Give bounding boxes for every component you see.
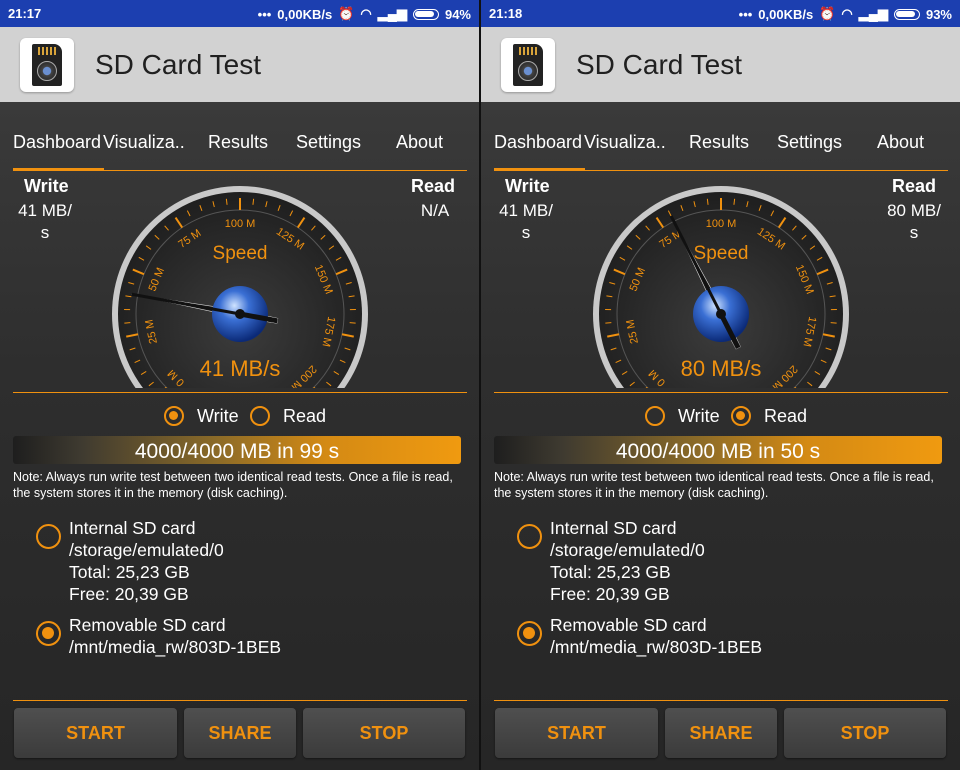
alarm-icon: ⏰ [338, 6, 355, 21]
removable-sd-radio[interactable] [517, 621, 542, 646]
progress-text: 4000/4000 MB in 99 s [134, 440, 340, 463]
gauge-tick [252, 198, 255, 205]
read-mode-label[interactable]: Read [764, 406, 807, 427]
gauge-readout: 80 MB/s [681, 356, 762, 381]
read-value: 80 MB/ s [887, 201, 941, 242]
dashboard-panel: Dashboard Visualiza.. Results Settings A… [0, 102, 479, 770]
tab-dashboard[interactable]: Dashboard [13, 132, 101, 153]
tab-settings[interactable]: Settings [296, 132, 361, 153]
gauge-tick [733, 198, 736, 205]
tab-bar: Dashboard Visualiza.. Results Settings A… [13, 132, 467, 172]
battery-icon [893, 8, 920, 20]
speed-gauge: 0 M25 M50 M75 M100 M125 M150 M175 M200 M… [593, 186, 849, 388]
tab-settings[interactable]: Settings [777, 132, 842, 153]
gauge-scale-label: 100 M [225, 218, 256, 230]
caching-note: Note: Always run write test between two … [13, 470, 453, 500]
app-bar: SD Card Test [0, 27, 479, 102]
write-label: Write [505, 176, 550, 196]
speed-gauge: 0 M25 M50 M75 M100 M125 M150 M175 M200 M… [112, 186, 368, 388]
removable-sd-info[interactable]: Removable SD card /mnt/media_rw/803D-1BE… [550, 614, 762, 658]
battery-fill [415, 11, 435, 17]
tab-about[interactable]: About [877, 132, 924, 153]
gauge-speed-label: Speed [213, 243, 268, 264]
tab-visualization[interactable]: Visualiza.. [584, 132, 666, 153]
gauge-scale-label: 100 M [706, 218, 737, 230]
network-speed: 0,00KB/s [758, 6, 814, 22]
gauge-tick [225, 198, 228, 205]
separator-bottom [494, 700, 948, 701]
network-speed: 0,00KB/s [277, 6, 333, 22]
separator-bottom [13, 700, 467, 701]
wifi-icon: ◠ [360, 6, 372, 21]
start-button[interactable]: START [14, 708, 177, 758]
read-label: Read [891, 176, 936, 196]
tab-results[interactable]: Results [208, 132, 268, 153]
gauge-face: 0 M25 M50 M75 M100 M125 M150 M175 M200 M… [112, 186, 368, 388]
internal-sd-info[interactable]: Internal SD card /storage/emulated/0 Tot… [550, 517, 705, 605]
separator-top [13, 392, 467, 393]
battery-icon [412, 8, 439, 20]
write-mode-radio[interactable] [645, 406, 665, 426]
read-mode-radio[interactable] [731, 406, 751, 426]
status-bar: 21:17 ••• 0,00KB/s ⏰ ◠ ▂▄▆ 94% [0, 0, 479, 27]
removable-sd-radio[interactable] [36, 621, 61, 646]
screen-right: 21:18 ••• 0,00KB/s ⏰ ◠ ▂▄▆ 93% SD Card T… [481, 0, 960, 770]
notification-dots: ••• [738, 6, 753, 22]
gauge-readout: 41 MB/s [200, 356, 281, 381]
alarm-icon: ⏰ [819, 6, 836, 21]
removable-sd-info[interactable]: Removable SD card /mnt/media_rw/803D-1BE… [69, 614, 281, 658]
battery-percent: 93% [925, 6, 952, 22]
caching-note: Note: Always run write test between two … [494, 470, 934, 500]
battery-percent: 94% [444, 6, 471, 22]
signal-icon: ▂▄▆ [377, 6, 407, 21]
write-value: 41 MB/ s [499, 201, 553, 242]
share-button[interactable]: SHARE [184, 708, 296, 758]
tab-visualization[interactable]: Visualiza.. [103, 132, 185, 153]
tab-bar: Dashboard Visualiza.. Results Settings A… [494, 132, 948, 172]
signal-icon: ▂▄▆ [858, 6, 888, 21]
internal-sd-radio[interactable] [36, 524, 61, 549]
tab-results[interactable]: Results [689, 132, 749, 153]
read-label: Read [410, 176, 455, 196]
wifi-icon: ◠ [841, 6, 853, 21]
status-time: 21:18 [489, 6, 523, 21]
internal-sd-radio[interactable] [517, 524, 542, 549]
dashboard-panel: Dashboard Visualiza.. Results Settings A… [481, 102, 960, 770]
read-mode-label[interactable]: Read [283, 406, 326, 427]
tab-active-indicator [494, 168, 585, 171]
battery-fill [896, 11, 916, 17]
write-mode-radio[interactable] [164, 406, 184, 426]
separator-top [494, 392, 948, 393]
progress-bar: 4000/4000 MB in 99 s [13, 436, 461, 464]
write-mode-label[interactable]: Write [197, 406, 239, 427]
stop-button[interactable]: STOP [784, 708, 946, 758]
progress-text: 4000/4000 MB in 50 s [615, 440, 821, 463]
tab-about[interactable]: About [396, 132, 443, 153]
start-button[interactable]: START [495, 708, 658, 758]
write-value: 41 MB/ s [18, 201, 72, 242]
read-value: N/A [420, 201, 450, 220]
tab-active-indicator [13, 168, 104, 171]
screens: 21:17 ••• 0,00KB/s ⏰ ◠ ▂▄▆ 94% SD Card T… [0, 0, 960, 770]
status-time: 21:17 [8, 6, 42, 21]
gauge-tick [706, 198, 709, 205]
app-title: SD Card Test [576, 49, 742, 80]
sd-card-app-icon [20, 38, 74, 92]
status-bar: 21:18 ••• 0,00KB/s ⏰ ◠ ▂▄▆ 93% [481, 0, 960, 27]
sd-card-app-icon [501, 38, 555, 92]
progress-bar: 4000/4000 MB in 50 s [494, 436, 942, 464]
app-title: SD Card Test [95, 49, 261, 80]
read-mode-radio[interactable] [250, 406, 270, 426]
app-bar: SD Card Test [481, 27, 960, 102]
screen-left: 21:17 ••• 0,00KB/s ⏰ ◠ ▂▄▆ 94% SD Card T… [0, 0, 479, 770]
tab-dashboard[interactable]: Dashboard [494, 132, 582, 153]
gauge-face: 0 M25 M50 M75 M100 M125 M150 M175 M200 M… [593, 186, 849, 388]
write-mode-label[interactable]: Write [678, 406, 720, 427]
share-button[interactable]: SHARE [665, 708, 777, 758]
stop-button[interactable]: STOP [303, 708, 465, 758]
gauge-speed-label: Speed [694, 243, 749, 264]
write-label: Write [24, 176, 69, 196]
internal-sd-info[interactable]: Internal SD card /storage/emulated/0 Tot… [69, 517, 224, 605]
notification-dots: ••• [257, 6, 272, 22]
